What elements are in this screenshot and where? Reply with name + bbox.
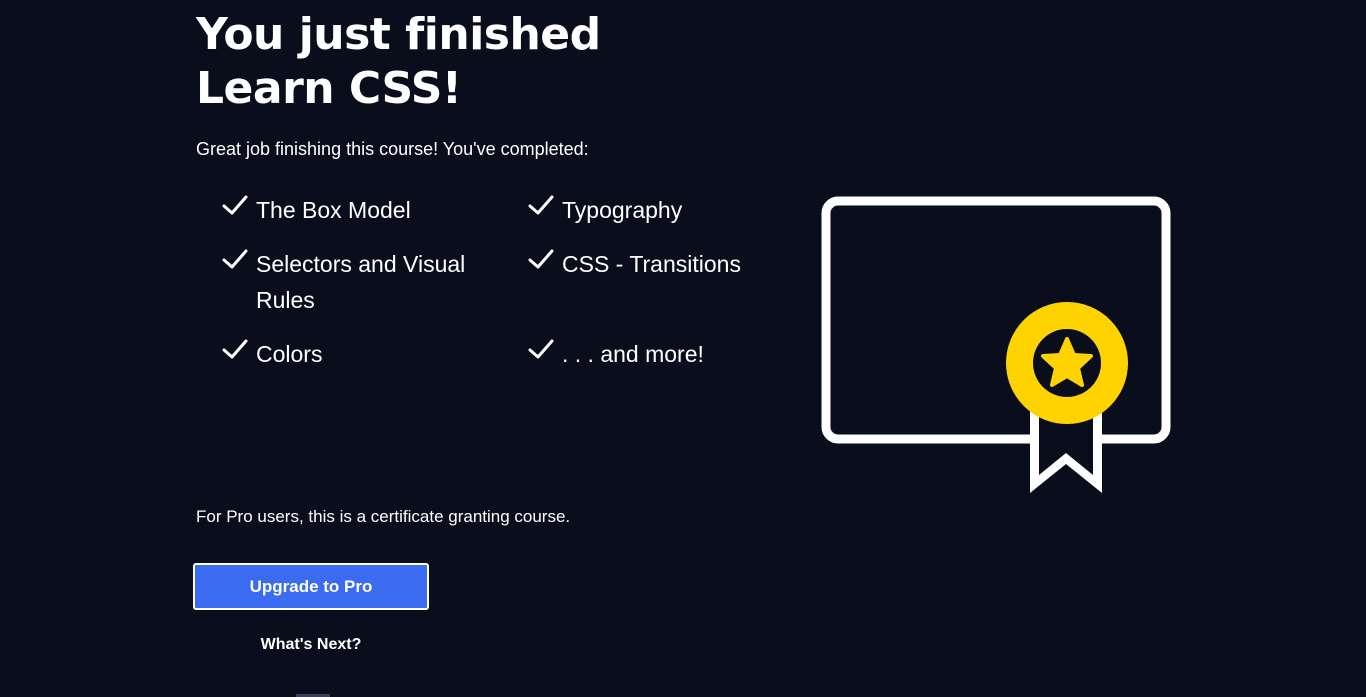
checkmark-icon (528, 249, 554, 269)
checkmark-icon (528, 339, 554, 359)
topic-item: Selectors and Visual Rules (222, 246, 492, 318)
checkmark-icon (222, 195, 248, 215)
topic-label: Selectors and Visual Rules (256, 251, 466, 313)
certificate-icon (821, 196, 1171, 493)
checkmark-icon (222, 249, 248, 269)
star-badge-icon (1006, 302, 1128, 424)
page-title: You just finished Learn CSS! (196, 8, 756, 116)
whats-next-link[interactable]: What's Next? (193, 634, 429, 656)
checkmark-icon (528, 195, 554, 215)
checkmark-icon (222, 339, 248, 359)
topic-label: CSS - Transitions (562, 251, 741, 277)
upgrade-to-pro-button[interactable]: Upgrade to Pro (193, 563, 429, 610)
topic-label: Typography (562, 197, 683, 223)
topic-item: The Box Model (222, 192, 411, 228)
topic-item: Typography (528, 192, 682, 228)
pro-note-text: For Pro users, this is a certificate gra… (196, 507, 571, 526)
course-complete-page: You just finished Learn CSS! Great job f… (0, 0, 1366, 697)
topic-item: CSS - Transitions (528, 246, 741, 282)
intro-text: Great job finishing this course! You've … (196, 139, 589, 159)
topic-label: Colors (256, 341, 323, 367)
topic-item: Colors (222, 336, 322, 372)
title-line-1: You just finished (196, 9, 601, 60)
topic-label: The Box Model (256, 197, 411, 223)
topic-label: . . . and more! (562, 341, 704, 367)
title-line-2: Learn CSS! (196, 63, 462, 114)
topic-item: . . . and more! (528, 336, 704, 372)
